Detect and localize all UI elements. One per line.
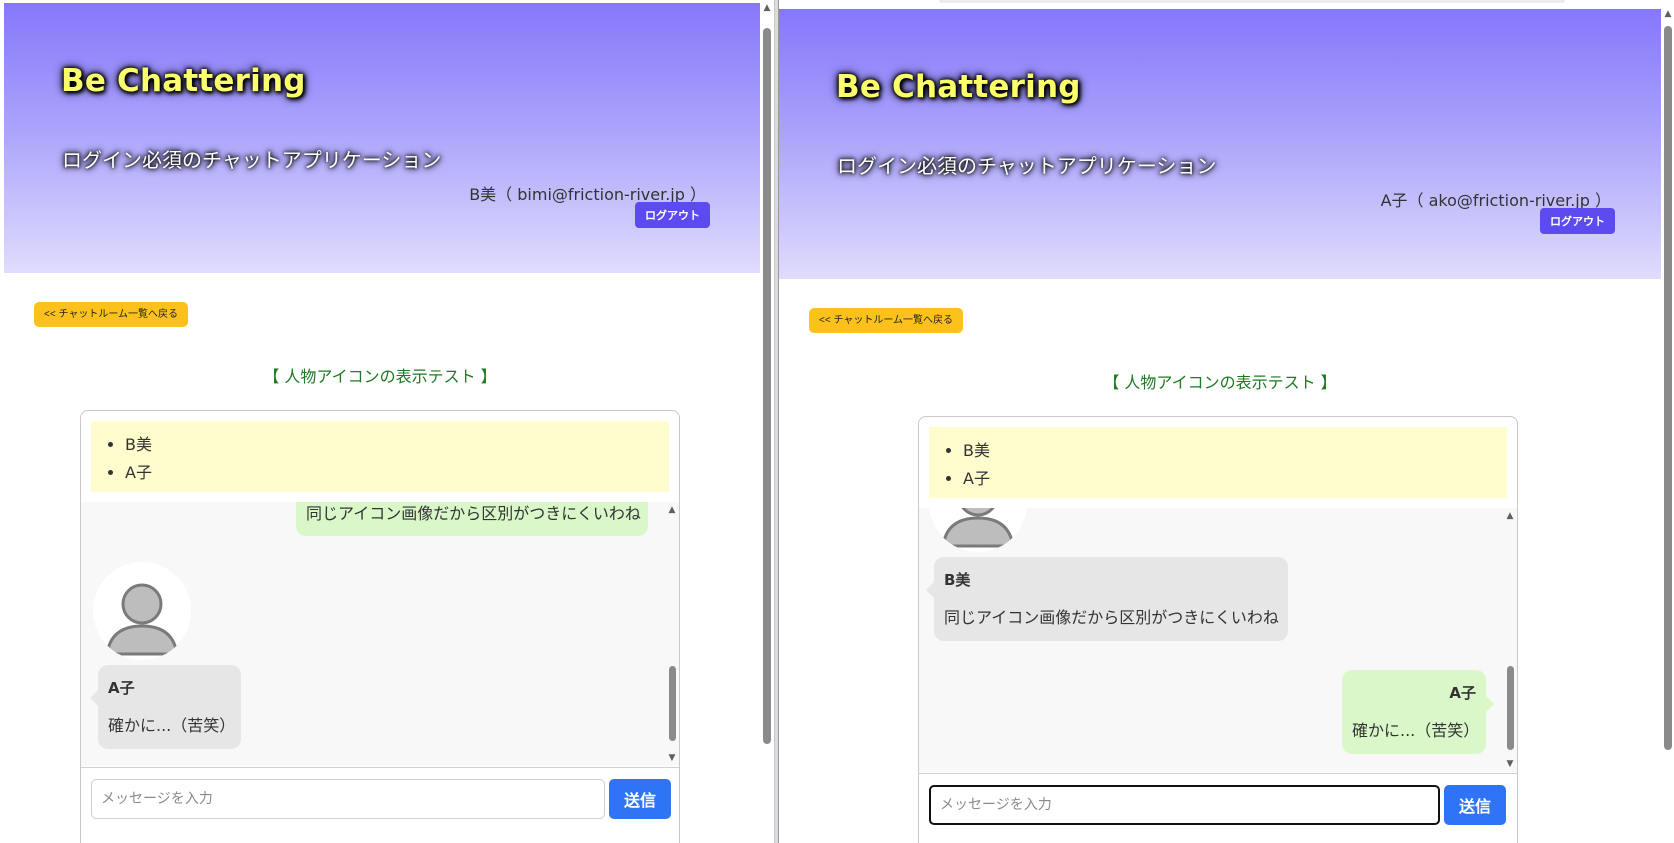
- scroll-up-arrow-icon[interactable]: ▲: [1661, 8, 1674, 20]
- back-to-rooms-button[interactable]: << チャットルーム一覧へ戻る: [34, 302, 189, 327]
- room-title: 【 人物アイコンの表示テスト 】: [1103, 373, 1337, 392]
- person-avatar-icon: [929, 508, 1027, 552]
- scrollbar-thumb[interactable]: [763, 28, 771, 744]
- message-scrollbar[interactable]: ▲ ▼: [1503, 508, 1517, 772]
- message-input-row: 送信: [81, 767, 679, 838]
- message-bubble-other: B美 同じアイコン画像だから区別がつきにくいわね: [934, 557, 1288, 641]
- message-bubble-mine: A子 確かに...（苦笑）: [1342, 670, 1486, 754]
- bubble-tail: [926, 582, 934, 598]
- scroll-up-arrow-icon[interactable]: ▲: [665, 504, 679, 516]
- page-scrollbar[interactable]: ▲: [760, 0, 774, 843]
- message-scrollbar[interactable]: ▲ ▼: [665, 502, 679, 766]
- scrollbar-thumb[interactable]: [669, 666, 676, 741]
- bubble-tail: [1486, 696, 1494, 712]
- brand-title: Be Chattering: [836, 69, 1081, 105]
- send-button[interactable]: 送信: [609, 779, 671, 819]
- message-text: 同じアイコン画像だから区別がつきにくいわね: [944, 608, 1279, 627]
- bubble-tail: [90, 690, 98, 706]
- message-sender: A子: [108, 679, 135, 697]
- browser-window-left: Be Chattering ログイン必須のチャットアプリケーション B美（ bi…: [0, 0, 775, 843]
- tagline: ログイン必須のチャットアプリケーション: [62, 148, 442, 172]
- brand-title: Be Chattering: [61, 63, 306, 99]
- page-scrollbar[interactable]: ▲: [1661, 0, 1674, 843]
- chat-panel: B美 A子 同じアイコン画像だから区別がつきにくいわね A子: [80, 410, 680, 843]
- message-sender: B美: [944, 571, 971, 589]
- scroll-down-arrow-icon[interactable]: ▼: [1503, 758, 1517, 770]
- message-bubble-mine: 同じアイコン画像だから区別がつきにくいわね: [296, 502, 648, 536]
- send-button[interactable]: 送信: [1444, 785, 1506, 825]
- scroll-up-arrow-icon[interactable]: ▲: [760, 2, 774, 14]
- message-list[interactable]: 同じアイコン画像だから区別がつきにくいわね A子 確かに...（苦笑） ▲ ▼: [81, 502, 679, 766]
- member-item: A子: [125, 459, 669, 487]
- scroll-up-arrow-icon[interactable]: ▲: [1503, 510, 1517, 522]
- scroll-down-arrow-icon[interactable]: ▼: [665, 752, 679, 764]
- header-banner: Be Chattering ログイン必須のチャットアプリケーション B美（ bi…: [4, 3, 760, 273]
- message-input[interactable]: [91, 779, 605, 819]
- tagline: ログイン必須のチャットアプリケーション: [837, 154, 1217, 178]
- message-input-row: 送信: [919, 773, 1517, 843]
- browser-window-right: Be Chattering ログイン必須のチャットアプリケーション A子（ ak…: [778, 0, 1674, 843]
- member-item: A子: [963, 465, 1507, 493]
- logout-button[interactable]: ログアウト: [635, 202, 710, 228]
- back-to-rooms-button[interactable]: << チャットルーム一覧へ戻る: [809, 308, 964, 333]
- page-content: Be Chattering ログイン必須のチャットアプリケーション B美（ bi…: [0, 0, 760, 843]
- member-list: B美 A子: [929, 427, 1507, 498]
- message-text: 確かに...（苦笑）: [1352, 721, 1480, 740]
- member-item: B美: [963, 437, 1507, 465]
- message-input[interactable]: [929, 785, 1440, 825]
- scrollbar-thumb[interactable]: [1507, 666, 1514, 750]
- scrollbar-thumb[interactable]: [1664, 26, 1672, 750]
- message-sender: A子: [1449, 684, 1476, 702]
- member-item: B美: [125, 431, 669, 459]
- message-list[interactable]: B美 同じアイコン画像だから区別がつきにくいわね A子 確かに...（苦笑） ▲…: [919, 508, 1517, 772]
- logout-button[interactable]: ログアウト: [1540, 208, 1615, 234]
- message-text: 確かに...（苦笑）: [108, 716, 236, 735]
- chat-panel: B美 A子 B美 同じアイコン画像だから区別がつきにくいわね A子: [918, 416, 1518, 843]
- person-avatar-icon: [93, 562, 191, 660]
- member-list: B美 A子: [91, 421, 669, 492]
- page-content: Be Chattering ログイン必須のチャットアプリケーション A子（ ak…: [779, 6, 1661, 843]
- header-banner: Be Chattering ログイン必須のチャットアプリケーション A子（ ak…: [779, 9, 1661, 279]
- room-title: 【 人物アイコンの表示テスト 】: [263, 367, 497, 386]
- message-text: 同じアイコン画像だから区別がつきにくいわね: [306, 504, 641, 523]
- message-bubble-other: A子 確かに...（苦笑）: [98, 665, 241, 749]
